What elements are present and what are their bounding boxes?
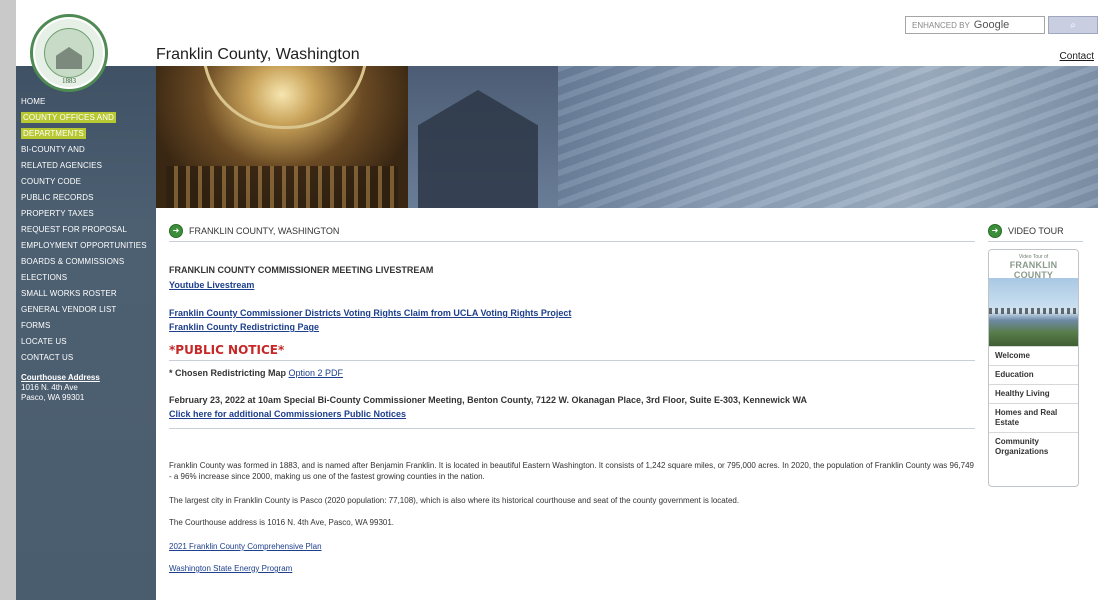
divider [169, 241, 975, 242]
video-thumbnail[interactable] [989, 278, 1078, 346]
google-brand: Google [973, 19, 1010, 31]
county-seal-logo[interactable]: 1883 [30, 14, 108, 92]
courthouse-address-text: The Courthouse address is 1016 N. 4th Av… [169, 518, 395, 527]
chosen-map-text: * Chosen Redistricting Map [169, 368, 289, 378]
sidebar-item-related-agencies[interactable]: RELATED AGENCIES [21, 158, 155, 174]
video-card-small: Video Tour of [1018, 254, 1049, 260]
sidebar-item-rfp[interactable]: REQUEST FOR PROPOSAL [21, 222, 155, 238]
sidebar-item-bi-county[interactable]: BI-COUNTY AND [21, 142, 155, 158]
video-item-healthy-living[interactable]: Healthy Living [989, 384, 1078, 403]
energy-program-link[interactable]: Washington State Energy Program [169, 563, 292, 574]
sidebar-item-county-offices[interactable]: COUNTY OFFICES AND [21, 110, 155, 126]
courthouse-address: Courthouse Address 1016 N. 4th Ave Pasco… [21, 373, 100, 403]
sidebar-item-forms[interactable]: FORMS [21, 318, 155, 334]
header-banner-image [156, 66, 1098, 208]
rotunda-columns [166, 166, 398, 208]
video-tour-title: VIDEO TOUR [1008, 226, 1064, 236]
video-item-welcome[interactable]: Welcome [989, 346, 1078, 365]
pasco-description: The largest city in Franklin County is P… [169, 496, 740, 505]
divider [169, 428, 975, 429]
search-input[interactable]: ENHANCED BY Google [905, 16, 1045, 34]
arrow-circle-icon: ➜ [988, 224, 1002, 238]
sidebar-item-small-works[interactable]: SMALL WORKS ROSTER [21, 286, 155, 302]
youtube-livestream-link[interactable]: Youtube Livestream [169, 280, 254, 291]
sidebar-item-label: DEPARTMENTS [21, 128, 86, 139]
livestream-heading: FRANKLIN COUNTY COMMISSIONER MEETING LIV… [169, 265, 434, 275]
sidebar-item-vendor-list[interactable]: GENERAL VENDOR LIST [21, 302, 155, 318]
video-tour-card: Video Tour of FRANKLIN COUNTY Welcome Ed… [988, 249, 1079, 487]
sidebar-nav: HOME COUNTY OFFICES AND DEPARTMENTS BI-C… [21, 94, 155, 366]
redistricting-page-link[interactable]: Franklin County Redistricting Page [169, 322, 319, 333]
bridge-image [989, 308, 1078, 314]
sidebar-item-employment[interactable]: EMPLOYMENT OPPORTUNITIES [21, 238, 155, 254]
sidebar-item-county-code[interactable]: COUNTY CODE [21, 174, 155, 190]
meeting-notice: February 23, 2022 at 10am Special Bi-Cou… [169, 395, 808, 405]
option2-pdf-link[interactable]: Option 2 PDF [289, 368, 344, 378]
video-item-homes[interactable]: Homes and Real Estate [989, 403, 1078, 432]
rotunda-image [156, 66, 408, 208]
seal-inner [44, 28, 94, 78]
sidebar-item-boards[interactable]: BOARDS & COMMISSIONS [21, 254, 155, 270]
section-title: FRANKLIN COUNTY, WASHINGTON [189, 226, 340, 236]
video-card-header: Video Tour of FRANKLIN COUNTY [989, 250, 1078, 280]
search-button[interactable]: ⌕ [1048, 16, 1098, 34]
sidebar-item-locate-us[interactable]: LOCATE US [21, 334, 155, 350]
video-card-title: FRANKLIN COUNTY [1009, 260, 1058, 280]
county-description: Franklin County was formed in 1883, and … [169, 461, 974, 481]
sidebar-item-property-taxes[interactable]: PROPERTY TAXES [21, 206, 155, 222]
search-label: ENHANCED BY [912, 20, 970, 30]
sidebar-item-public-records[interactable]: PUBLIC RECORDS [21, 190, 155, 206]
public-notice-heading: *PUBLIC NOTICE* [169, 343, 285, 357]
address-line2: Pasco, WA 99301 [21, 393, 85, 402]
video-item-community[interactable]: Community Organizations [989, 432, 1078, 461]
banner-texture [558, 66, 1098, 208]
dome-rings [202, 66, 368, 129]
additional-notices-link[interactable]: Click here for additional Commissioners … [169, 409, 406, 420]
address-heading[interactable]: Courthouse Address [21, 373, 100, 383]
divider [988, 241, 1083, 242]
courthouse-icon [56, 47, 82, 69]
sidebar-item-contact-us[interactable]: CONTACT US [21, 350, 155, 366]
search-icon: ⌕ [1070, 19, 1076, 31]
courthouse-silhouette [418, 90, 538, 208]
address-line1: 1016 N. 4th Ave [21, 383, 78, 392]
video-item-education[interactable]: Education [989, 365, 1078, 384]
comprehensive-plan-link[interactable]: 2021 Franklin County Comprehensive Plan [169, 541, 322, 552]
chosen-map-line: * Chosen Redistricting Map Option 2 PDF [169, 368, 343, 379]
seal-year: 1883 [62, 77, 76, 85]
sidebar-item-departments[interactable]: DEPARTMENTS [21, 126, 155, 142]
courthouse-puzzle-image [408, 66, 558, 208]
contact-link[interactable]: Contact [1060, 51, 1094, 62]
sidebar-item-home[interactable]: HOME [21, 94, 155, 110]
sidebar-item-elections[interactable]: ELECTIONS [21, 270, 155, 286]
video-tour-heading: ➜ VIDEO TOUR [988, 224, 1064, 238]
divider [169, 360, 975, 361]
sidebar-item-label: COUNTY OFFICES AND [21, 112, 116, 123]
voting-rights-link[interactable]: Franklin County Commissioner Districts V… [169, 308, 571, 319]
arrow-circle-icon: ➜ [169, 224, 183, 238]
site-title[interactable]: Franklin County, Washington [156, 46, 360, 64]
section-heading: ➜ FRANKLIN COUNTY, WASHINGTON [169, 224, 339, 238]
